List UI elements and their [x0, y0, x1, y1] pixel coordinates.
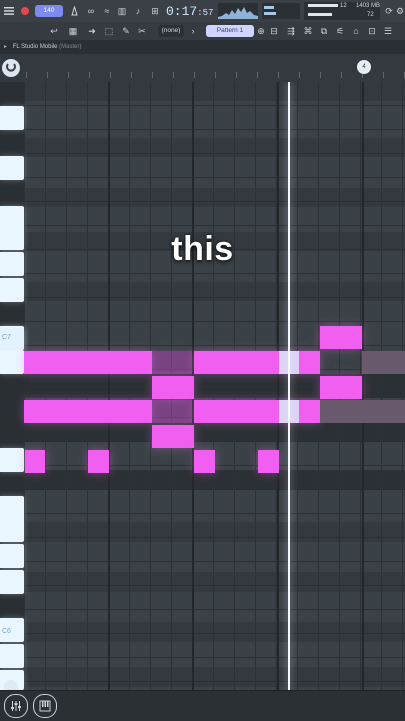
piano-key[interactable]	[0, 350, 24, 374]
cpu-memory-panel: 12 1403 MB 72	[304, 2, 380, 20]
cpu-count: 12	[340, 3, 347, 9]
time-display: 0:17:57	[166, 2, 214, 20]
note-block[interactable]	[24, 400, 152, 423]
refresh-icon[interactable]: ⟳	[384, 3, 394, 19]
tool-icon-4[interactable]: ⚟	[334, 24, 346, 38]
ruler-ticks	[26, 72, 405, 78]
timeline-ruler[interactable]: 4	[0, 54, 405, 83]
memory-usage: 1403 MB	[356, 3, 381, 9]
settings-icon[interactable]: ⚙	[395, 3, 405, 19]
tool-icon-5[interactable]: ⌂	[350, 24, 362, 38]
note-block[interactable]	[152, 376, 194, 399]
time-fraction: :57	[197, 8, 214, 18]
note-block[interactable]	[152, 425, 194, 448]
piano-key[interactable]	[0, 156, 24, 180]
select-icon[interactable]: ⬚	[103, 24, 115, 38]
bar-line	[362, 82, 364, 690]
octave-label-c7: C7	[2, 334, 11, 341]
magnet-icon	[6, 63, 16, 72]
menu-icon[interactable]	[2, 3, 16, 19]
note-block[interactable]	[25, 450, 45, 473]
preset-selector[interactable]: (none)	[158, 25, 184, 37]
bar-marker-label: 4	[362, 64, 366, 70]
piano-roll-toolbar: ↩ ▦ ➜ ⬚ ✎ ✂ (none) › Pattern 1 ⊕ ⊟ ⇶ ⌘ ⧉…	[0, 22, 405, 41]
loop-icon[interactable]: ∞	[85, 3, 97, 19]
playhead-line[interactable]	[288, 82, 290, 690]
record-icon[interactable]	[18, 3, 32, 19]
bar-marker[interactable]: 4	[357, 60, 371, 74]
snap-icon[interactable]: ⊟	[268, 24, 280, 38]
bottom-toolbar	[0, 690, 405, 721]
tempo-value: 140	[43, 6, 55, 14]
piano-key[interactable]	[0, 544, 24, 568]
piano-key-c6[interactable]	[0, 644, 24, 668]
collapse-icon[interactable]: ▸	[4, 44, 7, 50]
metronome-icon[interactable]	[68, 3, 80, 19]
time-main: 0:17	[166, 4, 198, 19]
piano-key[interactable]	[0, 106, 24, 130]
undo-icon[interactable]: ↩	[48, 24, 60, 38]
voice-count: 72	[367, 12, 374, 18]
preset-label: (none)	[161, 26, 181, 34]
mixer-icon	[11, 701, 21, 711]
note-block[interactable]	[24, 351, 152, 374]
window-title-bar: ▸ FL Studio Mobile (Master)	[0, 40, 405, 54]
chevron-right-icon[interactable]: ›	[188, 24, 198, 38]
tool-icon-7[interactable]: ☰	[382, 24, 394, 38]
window-title: FL Studio Mobile	[12, 44, 58, 50]
tool-icon-3[interactable]: ⧉	[318, 24, 330, 38]
note-block[interactable]	[88, 450, 109, 473]
pencil-icon[interactable]: ✎	[120, 24, 132, 38]
scissors-icon[interactable]: ✂	[136, 24, 148, 38]
note-block-ghost[interactable]	[320, 400, 405, 423]
note-block-ghost[interactable]	[362, 351, 405, 374]
piano-key[interactable]	[0, 448, 24, 472]
bar-line	[277, 82, 279, 690]
video-caption: this	[171, 230, 234, 268]
window-subtitle: (Master)	[59, 44, 82, 50]
tool-icon-2[interactable]: ⌘	[302, 24, 314, 38]
octave-label-c6: C6	[2, 628, 11, 635]
pattern-add-icon[interactable]: ⊕	[256, 24, 266, 38]
piano-button[interactable]	[33, 694, 57, 718]
tool-icon-1[interactable]: ⇶	[285, 24, 297, 38]
piano-key[interactable]	[0, 570, 24, 594]
pattern-selector[interactable]: Pattern 1	[206, 25, 254, 37]
tool-icon-6[interactable]: ⊡	[366, 24, 378, 38]
transport-bar: 140 ∞ ≈ ▥ ♪ ⊞ 0:17:57 12 1403 MB 72 ⟳ ⚙	[0, 0, 405, 23]
note-block[interactable]	[194, 400, 320, 423]
level-meter	[262, 3, 300, 19]
piano-key[interactable]	[0, 496, 24, 542]
note-block[interactable]	[194, 351, 320, 374]
piano-key[interactable]	[0, 278, 24, 302]
keyboard-icon[interactable]: ▥	[116, 3, 128, 19]
pattern-label: Pattern 1	[216, 26, 244, 34]
snap-toggle-button[interactable]	[2, 59, 20, 77]
tempo-display[interactable]: 140	[35, 5, 63, 17]
bar-line	[108, 82, 110, 690]
mixer-small-icon[interactable]: ⊞	[148, 3, 162, 19]
scroll-marker[interactable]	[4, 680, 18, 690]
note-block[interactable]	[152, 400, 192, 423]
piano-icon	[39, 700, 51, 712]
note-block[interactable]	[152, 351, 192, 374]
keys-icon[interactable]: ▦	[66, 24, 80, 38]
note-block[interactable]	[320, 326, 362, 349]
arrow-icon[interactable]: ➜	[86, 24, 98, 38]
note-block[interactable]	[258, 450, 279, 473]
mixer-button[interactable]	[4, 694, 28, 718]
waveform-monitor	[218, 3, 258, 19]
piano-roll-grid[interactable]: C7 C6	[0, 82, 405, 690]
wave-icon[interactable]: ≈	[101, 3, 113, 19]
note-block[interactable]	[320, 376, 362, 399]
sound-icon[interactable]: ♪	[132, 3, 144, 19]
note-block[interactable]	[194, 450, 215, 473]
